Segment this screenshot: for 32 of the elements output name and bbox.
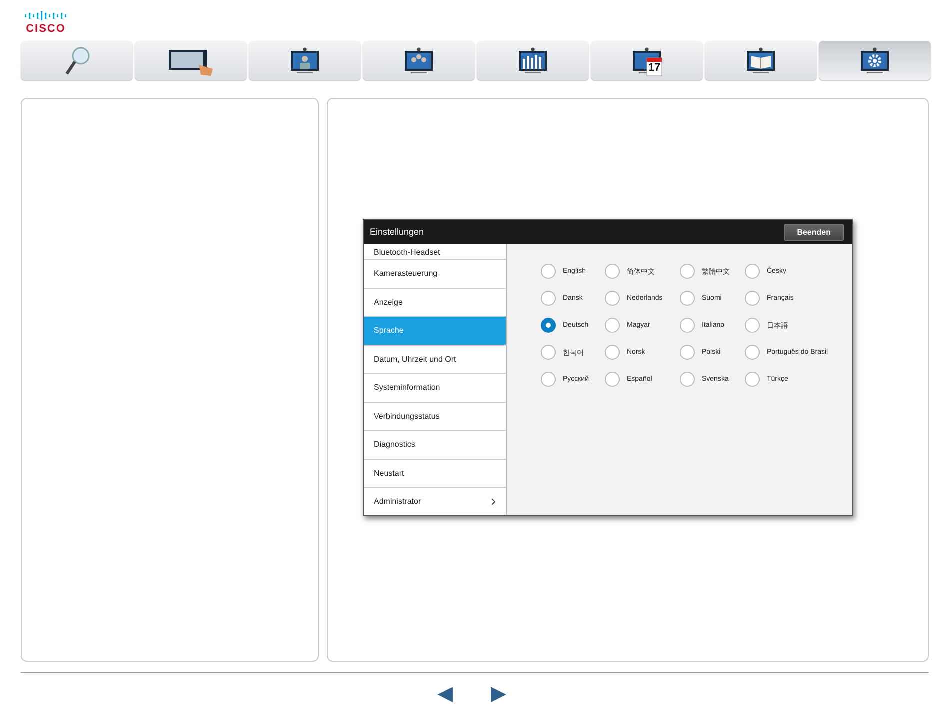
radio-button[interactable] <box>541 345 556 360</box>
tab[interactable] <box>819 41 931 80</box>
radio-button[interactable] <box>745 318 760 333</box>
radio-button[interactable] <box>680 345 695 360</box>
radio-button[interactable] <box>745 372 760 387</box>
radio-button[interactable] <box>541 291 556 306</box>
radio-button[interactable] <box>680 318 695 333</box>
tab[interactable] <box>477 41 589 80</box>
radio-button[interactable] <box>605 291 620 306</box>
tab[interactable] <box>249 41 361 80</box>
radio-button[interactable] <box>541 264 556 279</box>
next-button[interactable]: ▶ <box>491 683 506 703</box>
radio-button[interactable] <box>680 372 695 387</box>
radio-button[interactable] <box>605 345 620 360</box>
radio-button[interactable] <box>745 264 760 279</box>
radio-button[interactable] <box>605 264 620 279</box>
radio-button[interactable] <box>605 318 620 333</box>
radio-button[interactable] <box>541 372 556 387</box>
cisco-logo: CISCO <box>23 11 69 35</box>
radio-button[interactable] <box>680 291 695 306</box>
radio-button[interactable] <box>745 291 760 306</box>
radio-button[interactable] <box>541 318 556 333</box>
tab[interactable] <box>705 41 817 80</box>
close-button[interactable]: Beenden <box>784 224 844 240</box>
dialog-title: Einstellungen <box>370 227 424 237</box>
radio-button[interactable] <box>605 372 620 387</box>
radio-button[interactable] <box>680 264 695 279</box>
tab[interactable]: 17 <box>591 41 703 80</box>
tab[interactable] <box>135 41 247 80</box>
tab[interactable] <box>363 41 475 80</box>
radio-button[interactable] <box>745 345 760 360</box>
previous-button[interactable]: ◀ <box>438 683 453 703</box>
